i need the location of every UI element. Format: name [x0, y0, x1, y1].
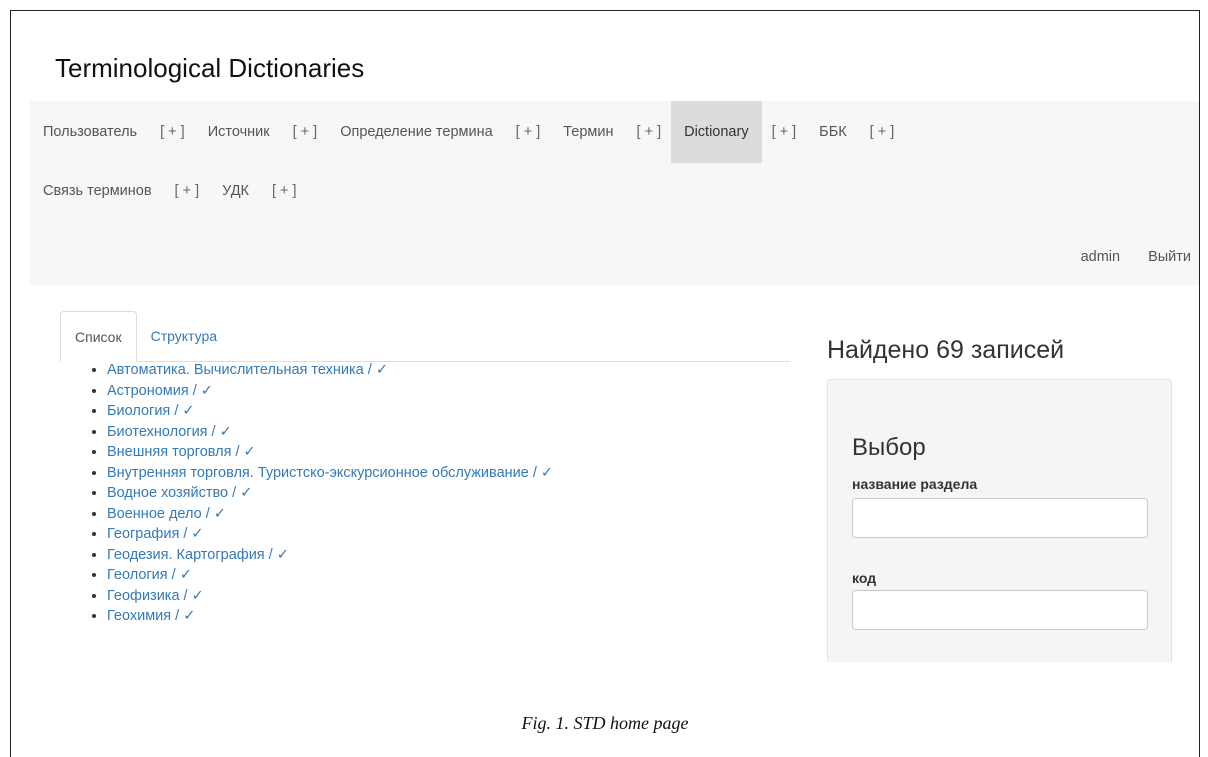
- list-item: Внутренняя торговля. Туристско-экскурсио…: [107, 463, 553, 484]
- dictionary-link[interactable]: Внешняя торговля / ✓: [107, 444, 256, 460]
- dictionary-link[interactable]: Военное дело / ✓: [107, 506, 226, 522]
- code-label: код: [852, 570, 877, 586]
- app-title: Terminological Dictionaries: [55, 53, 365, 83]
- figure-caption: Fig. 1. STD home page: [521, 713, 689, 733]
- list-item: Геофизика / ✓: [107, 586, 553, 607]
- nav-item-term-relation[interactable]: Связь терминов: [30, 163, 165, 219]
- dictionary-link[interactable]: Внутренняя торговля. Туристско-экскурсио…: [107, 465, 553, 481]
- nav-item-source[interactable]: Источник: [195, 101, 283, 163]
- list-item: Биотехнология / ✓: [107, 422, 553, 443]
- list-item: Астрономия / ✓: [107, 381, 553, 402]
- dictionary-link[interactable]: Биотехнология / ✓: [107, 424, 232, 440]
- nav-add-source[interactable]: [ + ]: [283, 101, 328, 163]
- nav-add-bbk[interactable]: [ + ]: [860, 101, 905, 163]
- nav-item-bbk[interactable]: ББК: [806, 101, 859, 163]
- nav-row-1: Пользователь [ + ] Источник [ + ] Опреде…: [30, 101, 904, 163]
- list-item: Автоматика. Вычислительная техника / ✓: [107, 360, 553, 381]
- list-item: Геология / ✓: [107, 565, 553, 586]
- nav-item-user[interactable]: Пользователь: [30, 101, 150, 163]
- tab-structure[interactable]: Структура: [137, 311, 231, 361]
- dictionary-link[interactable]: Биология / ✓: [107, 403, 195, 419]
- dictionary-link[interactable]: Геофизика / ✓: [107, 588, 204, 604]
- nav-add-dictionary[interactable]: [ + ]: [762, 101, 807, 163]
- dictionary-link[interactable]: География / ✓: [107, 526, 204, 542]
- navbar: Пользователь [ + ] Источник [ + ] Опреде…: [30, 101, 1199, 285]
- nav-item-term[interactable]: Термин: [550, 101, 626, 163]
- dictionary-link[interactable]: Геология / ✓: [107, 567, 192, 583]
- section-name-label: название раздела: [852, 476, 978, 492]
- dictionary-link[interactable]: Автоматика. Вычислительная техника / ✓: [107, 362, 388, 378]
- nav-add-user[interactable]: [ + ]: [150, 101, 195, 163]
- nav-add-udk[interactable]: [ + ]: [262, 163, 307, 219]
- list-item: Военное дело / ✓: [107, 504, 553, 525]
- user-menu[interactable]: admin: [1063, 237, 1131, 277]
- dictionary-link[interactable]: Водное хозяйство / ✓: [107, 485, 252, 501]
- nav-item-udk[interactable]: УДК: [209, 163, 262, 219]
- dictionary-link[interactable]: Геодезия. Картография / ✓: [107, 547, 289, 563]
- list-item: Внешняя торговля / ✓: [107, 442, 553, 463]
- tab-list[interactable]: Список: [60, 311, 137, 362]
- nav-row-2: Связь терминов [ + ] УДК [ + ]: [30, 163, 307, 219]
- results-count: Найдено 69 записей: [827, 336, 1065, 364]
- list-item: Водное хозяйство / ✓: [107, 483, 553, 504]
- list-item: Геохимия / ✓: [107, 606, 553, 627]
- screenshot-crop-edge: [30, 662, 1199, 757]
- nav-item-dictionary[interactable]: Dictionary: [671, 101, 762, 163]
- dictionary-link[interactable]: Астрономия / ✓: [107, 383, 213, 399]
- view-tabs: Список Структура: [60, 309, 790, 362]
- nav-item-term-definition[interactable]: Определение термина: [327, 101, 505, 163]
- filter-panel: Выбор название раздела код импортировано: [827, 379, 1172, 679]
- nav-add-term-relation[interactable]: [ + ]: [165, 163, 210, 219]
- list-item: Геодезия. Картография / ✓: [107, 545, 553, 566]
- logout-link[interactable]: Выйти: [1130, 237, 1199, 277]
- dictionary-list: Автоматика. Вычислительная техника / ✓ А…: [91, 360, 553, 627]
- nav-user-area: admin Выйти: [1063, 237, 1199, 277]
- dictionary-link[interactable]: Геохимия / ✓: [107, 608, 195, 624]
- filter-title: Выбор: [852, 434, 926, 461]
- list-item: Биология / ✓: [107, 401, 553, 422]
- list-item: География / ✓: [107, 524, 553, 545]
- nav-add-term[interactable]: [ + ]: [627, 101, 672, 163]
- section-name-input[interactable]: [852, 498, 1148, 538]
- nav-add-term-definition[interactable]: [ + ]: [506, 101, 551, 163]
- figure-frame: Terminological Dictionaries Пользователь…: [10, 10, 1200, 757]
- code-input[interactable]: [852, 590, 1148, 630]
